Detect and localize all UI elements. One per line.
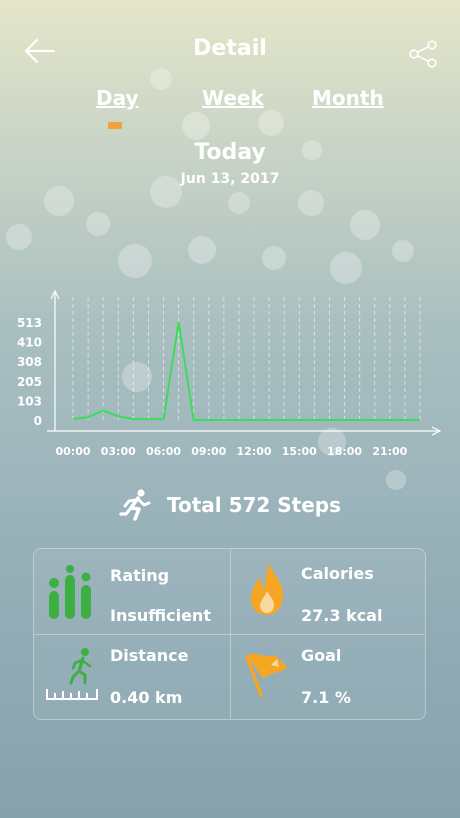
- stats-panel: Rating Insufficient Calories 27.3 kcal D…: [33, 548, 426, 720]
- tab-day[interactable]: Day: [96, 86, 139, 110]
- goal-label: Goal: [301, 646, 342, 665]
- rating-label: Rating: [110, 566, 170, 585]
- y-tick-label: 308: [17, 355, 42, 369]
- page-title: Detail: [193, 36, 267, 61]
- stat-calories: Calories 27.3 kcal: [231, 549, 427, 634]
- x-tick-label: 15:00: [282, 445, 317, 458]
- y-tick-label: 205: [17, 375, 42, 389]
- date-subtitle: Jun 13, 2017: [180, 171, 280, 187]
- x-tick-label: 18:00: [327, 445, 362, 458]
- rating-value: Insufficient: [110, 606, 211, 625]
- distance-value: 0.40 km: [110, 688, 183, 707]
- date-title: Today: [194, 140, 266, 165]
- share-icon: [409, 40, 437, 68]
- tab-indicator: [108, 122, 122, 129]
- x-tick-label: 09:00: [191, 445, 226, 458]
- calories-label: Calories: [301, 564, 374, 583]
- total-steps: Total 572 Steps: [0, 487, 460, 523]
- y-tick-label: 0: [34, 414, 42, 428]
- goal-value: 7.1 %: [301, 688, 351, 707]
- stat-goal: Goal 7.1 %: [231, 635, 427, 720]
- x-tick-label: 21:00: [372, 445, 407, 458]
- share-button[interactable]: [408, 40, 438, 68]
- y-tick-label: 410: [17, 336, 42, 350]
- total-steps-label: Total 572 Steps: [166, 493, 342, 517]
- flag-icon: [245, 653, 287, 697]
- walking-ruler-icon: [46, 648, 98, 700]
- x-tick-label: 03:00: [101, 445, 136, 458]
- running-person-icon: [119, 489, 151, 521]
- y-tick-label: 513: [17, 316, 42, 330]
- stat-distance: Distance 0.40 km: [34, 635, 230, 720]
- bar-rating-icon: [49, 565, 91, 619]
- tab-week[interactable]: Week: [202, 86, 264, 110]
- flame-icon: [250, 563, 283, 615]
- x-tick-label: 06:00: [146, 445, 181, 458]
- x-tick-label: 12:00: [237, 445, 272, 458]
- distance-label: Distance: [110, 646, 189, 665]
- y-tick-label: 103: [17, 394, 42, 408]
- calories-value: 27.3 kcal: [301, 606, 383, 625]
- steps-chart: 0 103 205 308 410 513 00:00 03:00 06:00 09:00 12:0…: [17, 289, 442, 458]
- stat-rating: Rating Insufficient: [34, 549, 230, 634]
- x-tick-label: 00:00: [55, 445, 90, 458]
- tab-month[interactable]: Month: [312, 86, 384, 110]
- steps-line: [72, 321, 420, 422]
